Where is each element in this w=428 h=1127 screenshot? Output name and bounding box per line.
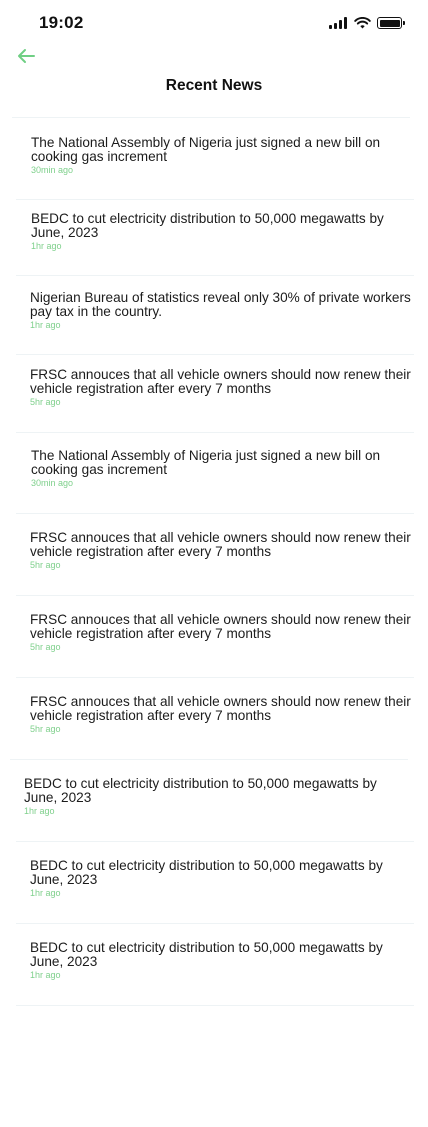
cellular-signal-icon [329,17,348,29]
news-time: 1hr ago [30,888,61,898]
back-button[interactable] [15,46,37,66]
news-item[interactable]: FRSC annouces that all vehicle owners sh… [16,595,414,677]
battery-icon [377,17,405,29]
news-headline: FRSC annouces that all vehicle owners sh… [30,530,411,559]
status-icons [329,16,405,30]
news-item[interactable]: The National Assembly of Nigeria just si… [16,432,414,513]
news-item[interactable]: FRSC annouces that all vehicle owners sh… [16,354,414,432]
news-item[interactable]: The National Assembly of Nigeria just si… [12,117,410,199]
news-headline: FRSC annouces that all vehicle owners sh… [30,367,411,396]
news-headline: The National Assembly of Nigeria just si… [31,135,381,164]
news-time: 1hr ago [24,806,55,816]
news-headline: FRSC annouces that all vehicle owners sh… [30,694,411,723]
news-headline: BEDC to cut electricity distribution to … [31,211,384,240]
news-headline: BEDC to cut electricity distribution to … [30,940,383,969]
news-time: 1hr ago [30,970,61,980]
news-headline: BEDC to cut electricity distribution to … [30,858,383,887]
news-item[interactable]: Nigerian Bureau of statistics reveal onl… [16,275,414,354]
news-time: 5hr ago [30,724,61,734]
status-time: 19:02 [39,13,84,32]
news-headline: FRSC annouces that all vehicle owners sh… [30,612,411,641]
status-bar: 19:02 [0,0,428,44]
news-time: 5hr ago [30,642,61,652]
news-item[interactable]: BEDC to cut electricity distribution to … [16,923,414,1006]
news-item[interactable]: FRSC annouces that all vehicle owners sh… [16,677,414,759]
news-time: 30min ago [31,478,74,488]
news-item[interactable]: BEDC to cut electricity distribution to … [16,199,414,275]
news-headline: Nigerian Bureau of statistics reveal onl… [30,290,411,319]
news-item[interactable]: FRSC annouces that all vehicle owners sh… [16,513,414,595]
page-title: Recent News [165,77,263,94]
news-time: 5hr ago [30,397,61,407]
news-item[interactable]: BEDC to cut electricity distribution to … [16,841,414,923]
wifi-icon [354,17,371,29]
news-time: 5hr ago [30,560,61,570]
news-time: 30min ago [31,165,74,175]
arrow-left-icon [18,49,35,63]
news-headline: BEDC to cut electricity distribution to … [24,776,377,805]
news-headline: The National Assembly of Nigeria just si… [31,448,381,477]
news-time: 1hr ago [30,320,61,330]
news-time: 1hr ago [31,241,62,251]
news-item[interactable]: BEDC to cut electricity distribution to … [10,759,408,841]
